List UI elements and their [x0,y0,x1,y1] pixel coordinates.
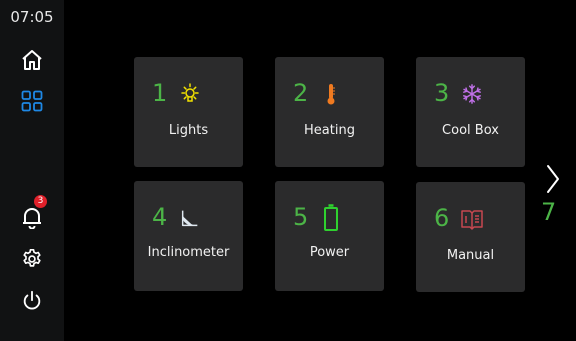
bell-icon [23,208,41,229]
gear-icon [23,249,41,267]
tile-inclinometer[interactable]: 4 Inclinometer [134,181,243,291]
power-button[interactable] [16,285,48,317]
next-page-number[interactable]: 7 [541,200,556,224]
tile-label: Cool Box [442,123,499,138]
grid-icon [21,90,43,112]
notification-badge: 3 [34,195,47,208]
tile-heating[interactable]: 2 Heating [275,57,384,167]
apps-button[interactable] [16,85,48,117]
tile-label: Inclinometer [147,245,230,260]
tile-number: 3 [434,79,450,107]
tile-lights[interactable]: 1 Lights [134,57,243,167]
tile-number: 5 [293,203,309,231]
book-icon [460,206,484,232]
power-icon [23,290,41,310]
settings-button[interactable] [16,243,48,275]
battery-icon [319,204,343,231]
tile-label: Power [309,245,350,260]
tile-number: 2 [293,79,309,107]
angle-icon [178,205,202,231]
home-icon [22,50,42,70]
tile-label: Lights [168,123,209,138]
tile-label: Manual [446,248,495,263]
thermometer-icon [319,81,343,107]
home-button[interactable] [16,44,48,76]
clock: 07:05 [10,8,54,26]
tile-power[interactable]: 5 Power [275,181,384,291]
sidebar: 07:05 3 [0,0,64,341]
light-bulb-icon [178,81,202,107]
chevron-right-icon [547,165,559,193]
snowflake-icon [460,81,484,107]
tile-label: Heating [304,123,355,138]
next-page-button[interactable] [543,162,563,196]
tile-manual[interactable]: 6 Manual [416,182,525,292]
notifications-button[interactable]: 3 [16,195,48,233]
tile-number: 6 [434,204,450,232]
tile-cool-box[interactable]: 3 Cool Box [416,57,525,167]
tile-number: 4 [152,203,168,231]
tile-number: 1 [152,79,168,107]
